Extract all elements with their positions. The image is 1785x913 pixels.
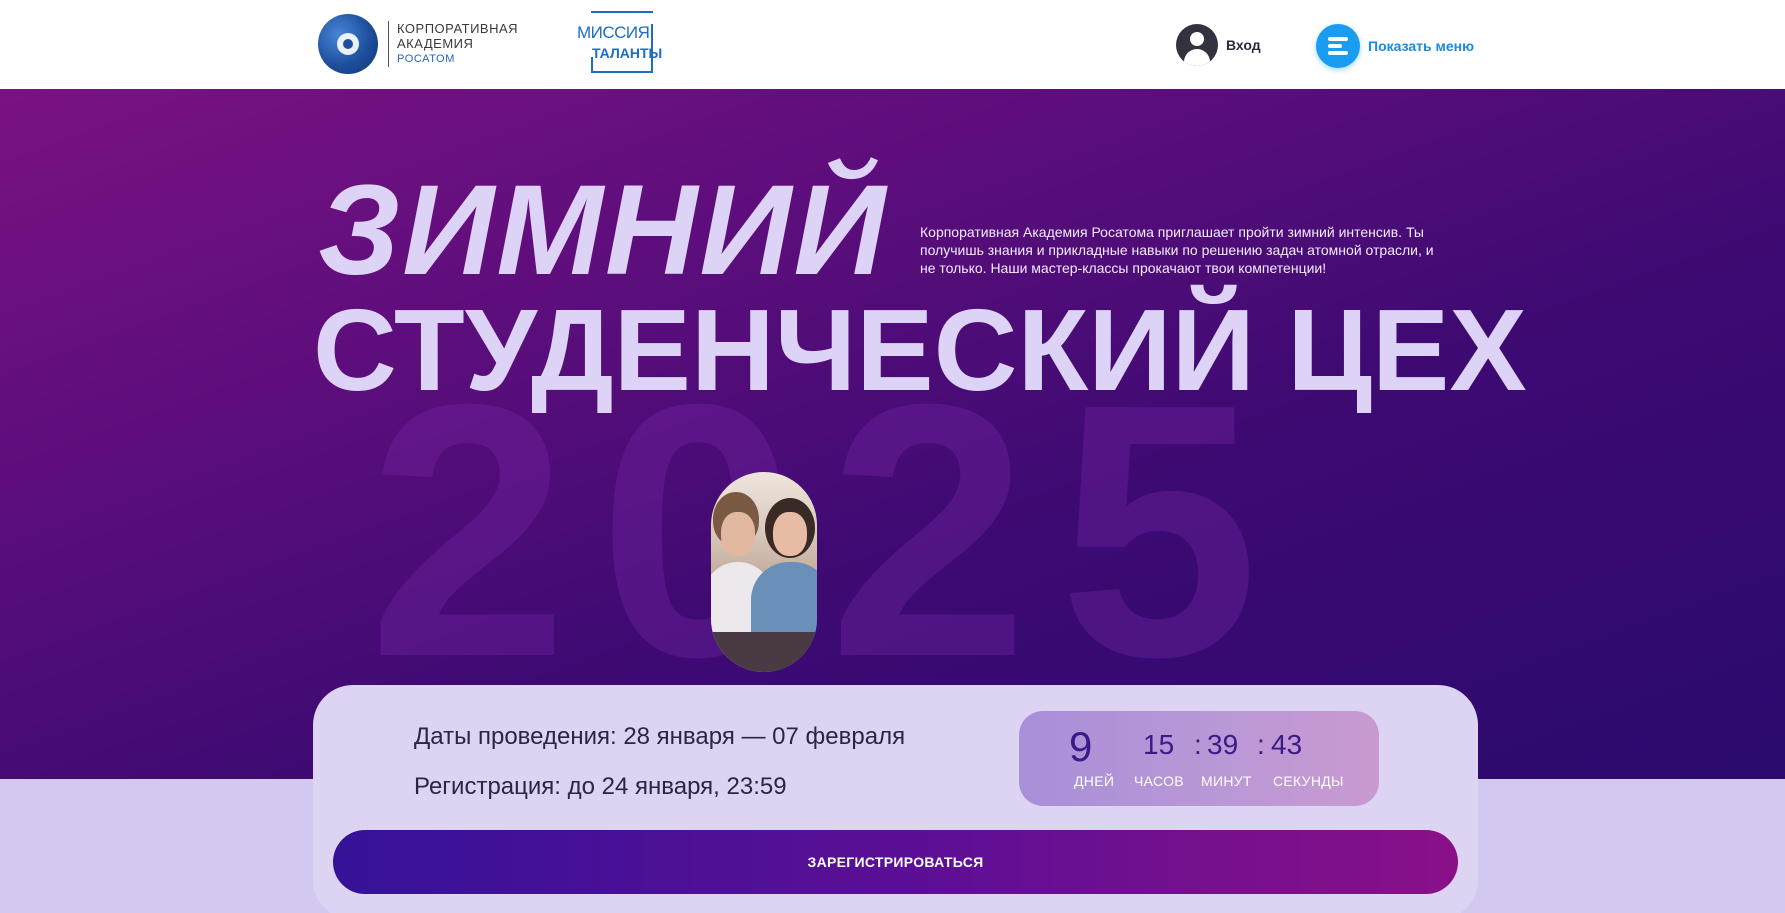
timer-separator: : — [1257, 729, 1265, 760]
rosatom-logo-text: КОРПОРАТИВНАЯ АКАДЕМИЯ РОСАТОМ — [397, 21, 518, 67]
user-icon — [1176, 24, 1218, 66]
hero-section: 2025 ЗИМНИЙ СТУДЕНЧЕСКИЙ ЦЕХ Корпоративн… — [0, 89, 1785, 779]
countdown-timer: 9 15 : 39 : 43 ДНЕЙ ЧАСОВ МИНУТ СЕКУНДЫ — [1019, 711, 1379, 806]
menu-bar — [1328, 37, 1348, 41]
photo-shape — [773, 512, 807, 556]
timer-hours-value: 15 — [1143, 729, 1175, 760]
photo-shape — [711, 632, 817, 672]
event-dates: Даты проведения: 28 января — 07 февраля — [414, 723, 906, 750]
timer-seconds-value: 43 — [1271, 729, 1303, 760]
hero-intro-text: Корпоративная Академия Росатома приглаша… — [920, 224, 1434, 276]
login-label: Вход — [1226, 37, 1261, 53]
mission-logo-line-2: ТАЛАНТЫ — [592, 45, 663, 61]
show-menu-button[interactable]: Показать меню — [1316, 24, 1474, 68]
hero-title-line-1: ЗИМНИЙ — [318, 159, 888, 302]
logo-line-1: КОРПОРАТИВНАЯ — [397, 21, 519, 36]
rosatom-academy-logo[interactable]: КОРПОРАТИВНАЯ АКАДЕМИЯ РОСАТОМ — [318, 13, 518, 75]
photo-shape — [721, 512, 755, 556]
user-icon-head — [1190, 32, 1204, 46]
logo-line-3: РОСАТОМ — [397, 53, 455, 65]
login-button[interactable]: Вход — [1176, 24, 1261, 66]
mission-talents-logo-icon[interactable]: МИССИЯ: ТАЛАНТЫ — [577, 11, 662, 73]
register-button-label: ЗАРЕГИСТРИРОВАТЬСЯ — [807, 854, 984, 870]
timer-minutes-value: 39 — [1207, 729, 1239, 760]
mission-logo-line-1: МИССИЯ: — [577, 23, 654, 42]
user-icon-body — [1184, 49, 1210, 66]
timer-hours-label: ЧАСОВ — [1134, 773, 1184, 789]
timer-separator: : — [1194, 729, 1202, 760]
timer-days-label: ДНЕЙ — [1074, 773, 1115, 789]
students-photo — [711, 472, 817, 672]
site-header: КОРПОРАТИВНАЯ АКАДЕМИЯ РОСАТОМ МИССИЯ: Т… — [0, 0, 1785, 89]
logo-divider — [388, 21, 389, 67]
menu-bar — [1328, 51, 1348, 55]
event-info-card: Даты проведения: 28 января — 07 февраля … — [313, 685, 1478, 913]
timer-seconds-label: СЕКУНДЫ — [1273, 773, 1344, 789]
logo-line-2: АКАДЕМИЯ — [397, 36, 474, 51]
timer-days-value: 9 — [1069, 723, 1093, 770]
menu-bar — [1328, 44, 1342, 48]
show-menu-label: Показать меню — [1368, 38, 1475, 54]
rosatom-logo-icon — [318, 14, 378, 74]
hamburger-menu-icon — [1316, 24, 1360, 68]
hero-title-line-2: СТУДЕНЧЕСКИЙ ЦЕХ — [313, 285, 1527, 415]
register-button[interactable]: ЗАРЕГИСТРИРОВАТЬСЯ — [333, 830, 1458, 894]
timer-minutes-label: МИНУТ — [1201, 773, 1252, 789]
registration-deadline: Регистрация: до 24 января, 23:59 — [414, 773, 787, 800]
